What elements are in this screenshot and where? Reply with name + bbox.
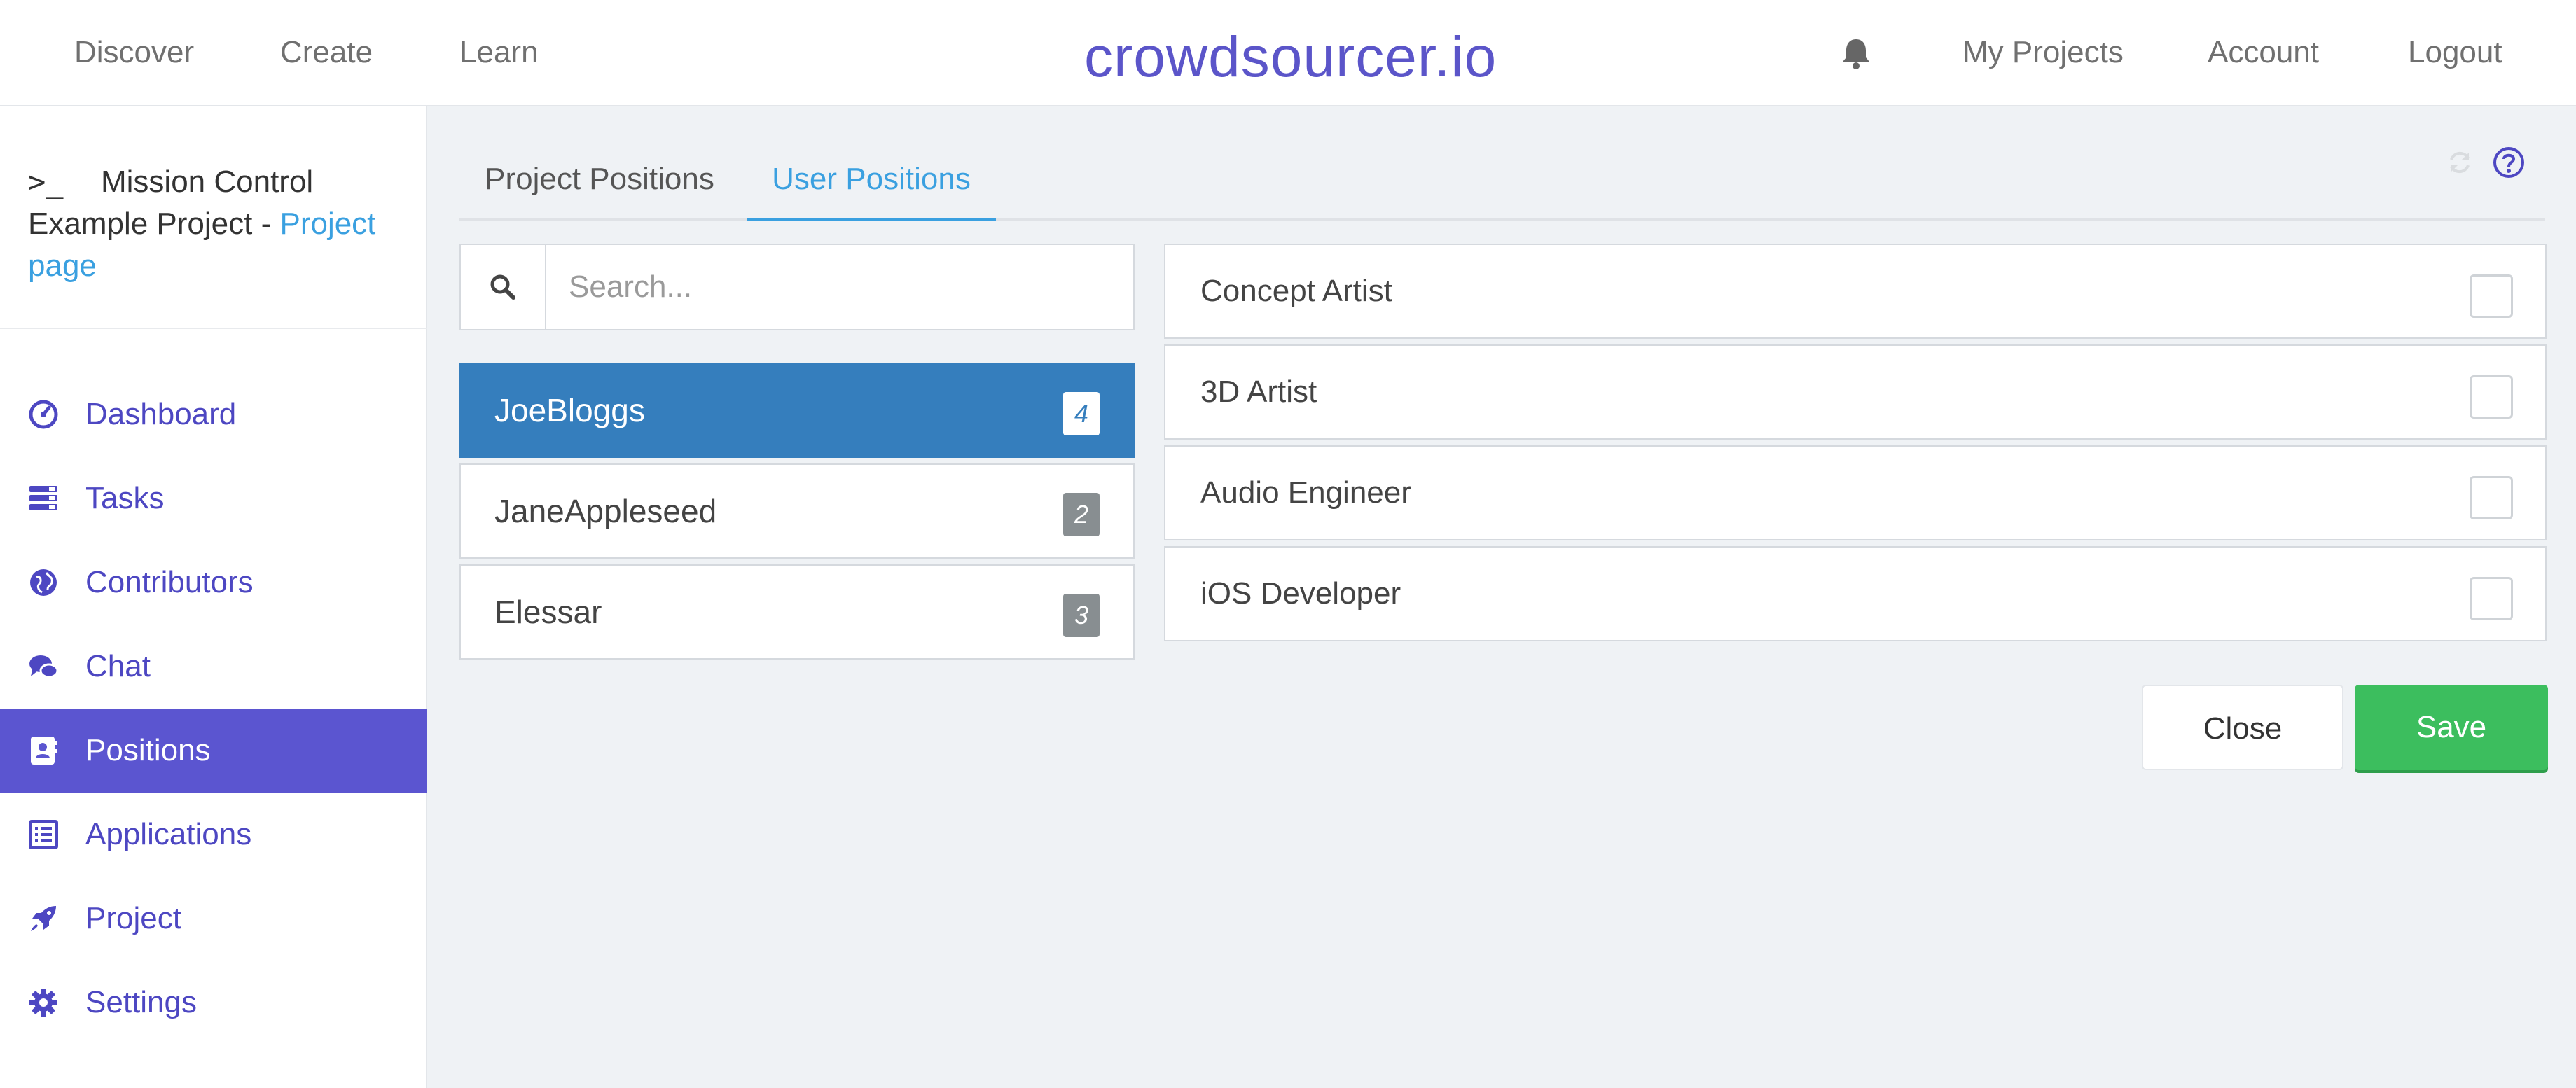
bell-icon[interactable] [1841, 36, 1871, 70]
user-name: Elessar [494, 594, 602, 630]
sidebar-item-label: Tasks [85, 481, 165, 515]
position-name: 3D Artist [1200, 375, 1317, 409]
nav-create-link[interactable]: Create [280, 0, 373, 105]
nav-my-projects-link[interactable]: My Projects [1962, 0, 2124, 105]
brand-logo[interactable]: crowdsourcer.io [1084, 0, 1497, 105]
positions-tabs: Project Positions User Positions [459, 139, 2545, 221]
top-bar: Discover Create Learn crowdsourcer.io My… [0, 0, 2576, 106]
list-icon [28, 819, 59, 850]
tab-project-positions[interactable]: Project Positions [459, 139, 740, 221]
position-count-badge: 4 [1063, 392, 1100, 435]
position-count-badge: 3 [1063, 594, 1100, 637]
nav-discover-link[interactable]: Discover [74, 0, 194, 105]
user-name: JoeBloggs [494, 392, 645, 428]
user-list-item-janeappleseed[interactable]: JaneAppleseed 2 [459, 463, 1135, 559]
sidebar-item-label: Dashboard [85, 397, 237, 431]
position-checkbox[interactable] [2470, 274, 2513, 318]
tab-user-positions[interactable]: User Positions [747, 139, 996, 221]
sidebar-item-label: Chat [85, 649, 151, 683]
project-header: >_ Mission Control Example Project - Proj… [28, 161, 399, 287]
search-button[interactable] [461, 245, 546, 329]
contact-card-icon [28, 735, 59, 766]
terminal-icon: >_ [28, 165, 64, 199]
position-count-badge: 2 [1063, 493, 1100, 536]
sidebar-item-label: Project [85, 901, 181, 935]
sidebar: >_ Mission Control Example Project - Proj… [0, 106, 427, 1088]
sidebar-item-label: Settings [85, 985, 197, 1019]
user-list-item-joebloggs[interactable]: JoeBloggs 4 [459, 363, 1135, 458]
position-checkbox[interactable] [2470, 577, 2513, 620]
tasks-icon [28, 483, 59, 514]
sidebar-item-contributors[interactable]: Contributors [0, 540, 427, 625]
save-button[interactable]: Save [2355, 685, 2548, 770]
nav-account-link[interactable]: Account [2208, 0, 2319, 105]
chat-icon [28, 651, 59, 682]
sidebar-divider [0, 328, 427, 329]
sidebar-item-positions[interactable]: Positions [0, 709, 427, 793]
globe-icon [28, 567, 59, 598]
sidebar-item-settings[interactable]: Settings [0, 961, 427, 1045]
sidebar-item-label: Contributors [85, 565, 254, 599]
rocket-icon [28, 903, 59, 934]
sidebar-item-tasks[interactable]: Tasks [0, 456, 427, 540]
position-row-3d-artist: 3D Artist [1164, 344, 2547, 440]
position-checkbox[interactable] [2470, 476, 2513, 519]
user-name: JaneAppleseed [494, 493, 717, 529]
search-icon [490, 274, 515, 300]
sidebar-item-label: Positions [85, 733, 211, 767]
nav-logout-link[interactable]: Logout [2408, 0, 2502, 105]
user-list-item-elessar[interactable]: Elessar 3 [459, 564, 1135, 660]
close-button[interactable]: Close [2142, 685, 2343, 770]
position-name: Concept Artist [1200, 274, 1392, 308]
help-icon[interactable] [2492, 146, 2526, 179]
position-row-concept-artist: Concept Artist [1164, 244, 2547, 339]
gear-icon [28, 987, 59, 1018]
user-search [459, 244, 1135, 330]
position-name: iOS Developer [1200, 576, 1401, 611]
position-name: Audio Engineer [1200, 475, 1411, 510]
refresh-icon[interactable] [2446, 148, 2474, 176]
position-checkbox[interactable] [2470, 375, 2513, 419]
position-row-ios-developer: iOS Developer [1164, 546, 2547, 641]
position-row-audio-engineer: Audio Engineer [1164, 445, 2547, 540]
sidebar-item-applications[interactable]: Applications [0, 793, 427, 877]
sidebar-item-label: Applications [85, 817, 252, 851]
sidebar-item-project[interactable]: Project [0, 877, 427, 961]
sidebar-item-dashboard[interactable]: Dashboard [0, 372, 427, 456]
sidebar-item-chat[interactable]: Chat [0, 625, 427, 709]
nav-learn-link[interactable]: Learn [459, 0, 539, 105]
dashboard-icon [28, 399, 59, 430]
search-input[interactable] [548, 245, 1133, 329]
